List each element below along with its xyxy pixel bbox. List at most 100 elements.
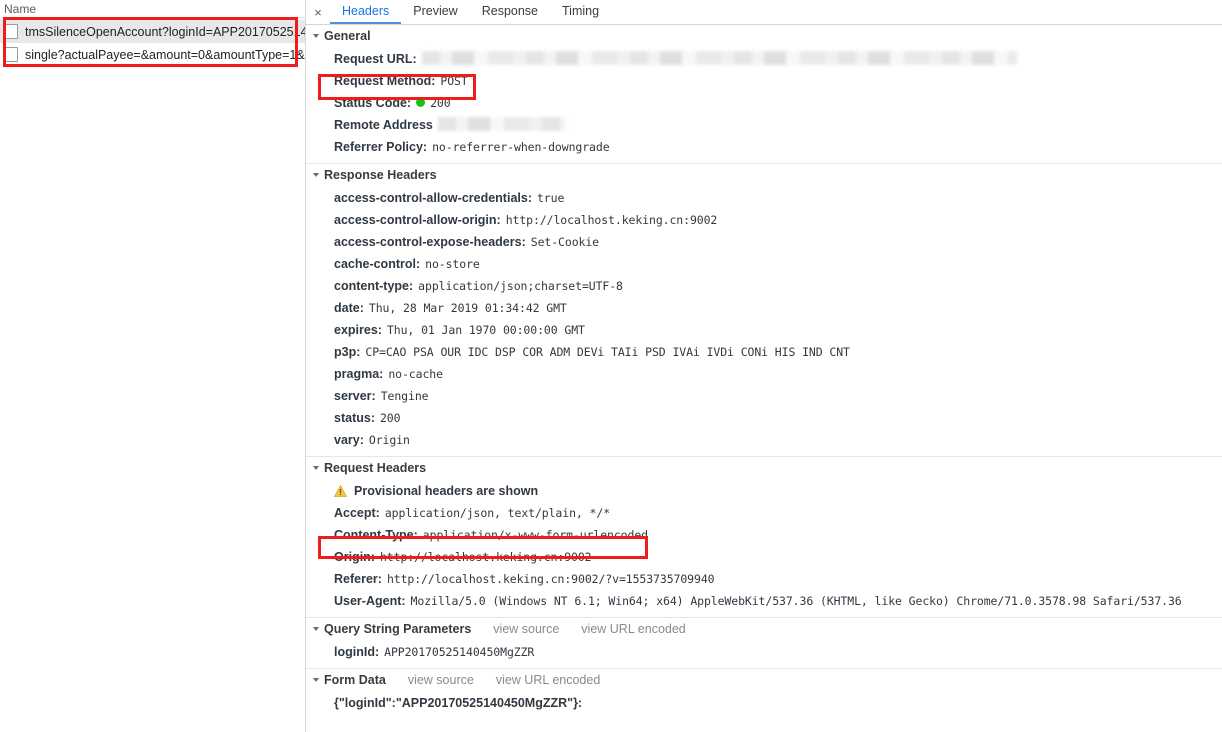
row-key: Status Code: bbox=[334, 96, 412, 110]
header-key: Referer: bbox=[334, 572, 382, 586]
tab-timing[interactable]: Timing bbox=[550, 0, 611, 24]
section-title: General bbox=[324, 29, 371, 43]
header-row: access-control-allow-credentials: true bbox=[306, 187, 1222, 209]
param-key: loginId: bbox=[334, 645, 380, 659]
request-list: tmsSilenceOpenAccount?loginId=APP2017052… bbox=[0, 18, 305, 66]
header-value: http://localhost.keking.cn:9002 bbox=[505, 213, 718, 227]
section-general-header[interactable]: General bbox=[306, 25, 1222, 47]
form-data-row: {"loginId":"APP20170525140450MgZZR"}: bbox=[306, 692, 1222, 714]
header-row: access-control-allow-origin: http://loca… bbox=[306, 209, 1222, 231]
header-key: access-control-allow-credentials: bbox=[334, 191, 532, 205]
tab-preview[interactable]: Preview bbox=[401, 0, 469, 24]
header-key: vary: bbox=[334, 433, 364, 447]
header-key: Content-Type: bbox=[334, 528, 418, 542]
section-query-string-parameters: Query String Parameters view source view… bbox=[306, 617, 1222, 668]
response-header-rows: access-control-allow-credentials: true a… bbox=[306, 186, 1222, 456]
row-key: Referrer Policy: bbox=[334, 140, 428, 154]
header-key: p3p: bbox=[334, 345, 361, 359]
header-row: User-Agent: Mozilla/5.0 (Windows NT 6.1;… bbox=[306, 590, 1222, 612]
section-request-headers: Request Headers Provisional headers are … bbox=[306, 456, 1222, 617]
headers-content: General Request URL: Request Method: POS… bbox=[306, 25, 1222, 719]
form-data-rows: {"loginId":"APP20170525140450MgZZR"}: bbox=[306, 691, 1222, 719]
section-title: Query String Parameters bbox=[324, 622, 472, 636]
form-data-key: {"loginId":"APP20170525140450MgZZR"}: bbox=[334, 696, 583, 710]
request-detail-panel: × Headers Preview Response Timing Genera… bbox=[306, 0, 1222, 732]
chevron-down-icon[interactable] bbox=[313, 34, 319, 38]
section-response-headers-header[interactable]: Response Headers bbox=[306, 164, 1222, 186]
header-row: vary: Origin bbox=[306, 429, 1222, 451]
section-title: Request Headers bbox=[324, 461, 427, 475]
chevron-down-icon[interactable] bbox=[313, 678, 319, 682]
section-query-string-header[interactable]: Query String Parameters view source view… bbox=[306, 618, 1222, 640]
param-value: APP20170525140450MgZZR bbox=[384, 645, 535, 659]
warning-triangle-icon bbox=[334, 485, 347, 497]
view-source-link[interactable]: view source bbox=[493, 622, 559, 636]
query-string-rows: loginId: APP20170525140450MgZZR bbox=[306, 640, 1222, 668]
header-value: true bbox=[536, 191, 565, 205]
redacted-remote-address bbox=[437, 117, 566, 131]
request-header-rows: Provisional headers are shown Accept: ap… bbox=[306, 479, 1222, 617]
header-row: p3p: CP=CAO PSA OUR IDC DSP COR ADM DEVi… bbox=[306, 341, 1222, 363]
header-key: status: bbox=[334, 411, 375, 425]
header-value: Thu, 01 Jan 1970 00:00:00 GMT bbox=[386, 323, 585, 337]
row-status-code: Status Code: 200 bbox=[306, 92, 1222, 114]
header-value: no-cache bbox=[388, 367, 443, 381]
tab-headers[interactable]: Headers bbox=[330, 0, 402, 24]
header-value: CP=CAO PSA OUR IDC DSP COR ADM DEVi TAIi… bbox=[365, 345, 850, 359]
row-key: Remote Address bbox=[334, 118, 433, 132]
document-icon bbox=[5, 47, 18, 62]
header-value: Origin bbox=[368, 433, 410, 447]
general-rows: Request URL: Request Method: POST Status… bbox=[306, 47, 1222, 163]
chevron-down-icon[interactable] bbox=[313, 627, 319, 631]
section-form-data-header[interactable]: Form Data view source view URL encoded bbox=[306, 669, 1222, 691]
chevron-down-icon[interactable] bbox=[313, 466, 319, 470]
request-name: tmsSilenceOpenAccount?loginId=APP2017052… bbox=[25, 24, 305, 39]
header-key: pragma: bbox=[334, 367, 384, 381]
status-green-dot-icon bbox=[416, 98, 426, 107]
header-value: 200 bbox=[379, 411, 401, 425]
row-key: Request URL: bbox=[334, 52, 417, 66]
section-title: Response Headers bbox=[324, 168, 437, 182]
section-general: General Request URL: Request Method: POS… bbox=[306, 25, 1222, 163]
tab-response[interactable]: Response bbox=[470, 0, 550, 24]
header-row: access-control-expose-headers: Set-Cooki… bbox=[306, 231, 1222, 253]
header-value: http://localhost.keking.cn:9002 bbox=[379, 550, 592, 564]
header-key: Accept: bbox=[334, 506, 380, 520]
header-row: pragma: no-cache bbox=[306, 363, 1222, 385]
section-title: Form Data bbox=[324, 673, 386, 687]
param-row: loginId: APP20170525140450MgZZR bbox=[306, 641, 1222, 663]
row-key: Request Method: bbox=[334, 74, 436, 88]
row-referrer-policy: Referrer Policy: no-referrer-when-downgr… bbox=[306, 136, 1222, 158]
header-key: content-type: bbox=[334, 279, 414, 293]
redacted-request-url bbox=[421, 51, 1017, 65]
header-row: server: Tengine bbox=[306, 385, 1222, 407]
column-header-name: Name bbox=[0, 0, 305, 18]
list-item[interactable]: single?actualPayee=&amount=0&amountType=… bbox=[0, 43, 305, 66]
request-name: single?actualPayee=&amount=0&amountType=… bbox=[25, 47, 305, 62]
header-value: Tengine bbox=[380, 389, 429, 403]
section-form-data: Form Data view source view URL encoded {… bbox=[306, 668, 1222, 719]
header-key: access-control-allow-origin: bbox=[334, 213, 501, 227]
view-url-encoded-link[interactable]: view URL encoded bbox=[581, 622, 685, 636]
view-source-link[interactable]: view source bbox=[408, 673, 474, 687]
header-row: status: 200 bbox=[306, 407, 1222, 429]
devtools-network-panel: Name tmsSilenceOpenAccount?loginId=APP20… bbox=[0, 0, 1222, 732]
close-icon[interactable]: × bbox=[306, 0, 330, 24]
warning-text: Provisional headers are shown bbox=[354, 484, 539, 498]
header-key: access-control-expose-headers: bbox=[334, 235, 526, 249]
section-request-headers-header[interactable]: Request Headers bbox=[306, 457, 1222, 479]
request-list-panel: Name tmsSilenceOpenAccount?loginId=APP20… bbox=[0, 0, 306, 732]
provisional-headers-warning: Provisional headers are shown bbox=[306, 480, 1222, 502]
chevron-down-icon[interactable] bbox=[313, 173, 319, 177]
header-row: cache-control: no-store bbox=[306, 253, 1222, 275]
header-row: date: Thu, 28 Mar 2019 01:34:42 GMT bbox=[306, 297, 1222, 319]
detail-tabbar: × Headers Preview Response Timing bbox=[306, 0, 1222, 25]
view-url-encoded-link[interactable]: view URL encoded bbox=[496, 673, 600, 687]
header-value: Thu, 28 Mar 2019 01:34:42 GMT bbox=[368, 301, 567, 315]
header-row: Referer: http://localhost.keking.cn:9002… bbox=[306, 568, 1222, 590]
header-row: Content-Type: application/x-www-form-url… bbox=[306, 524, 1222, 546]
header-value: Set-Cookie bbox=[530, 235, 599, 249]
list-item[interactable]: tmsSilenceOpenAccount?loginId=APP2017052… bbox=[0, 20, 305, 43]
row-request-method: Request Method: POST bbox=[306, 70, 1222, 92]
header-row: expires: Thu, 01 Jan 1970 00:00:00 GMT bbox=[306, 319, 1222, 341]
